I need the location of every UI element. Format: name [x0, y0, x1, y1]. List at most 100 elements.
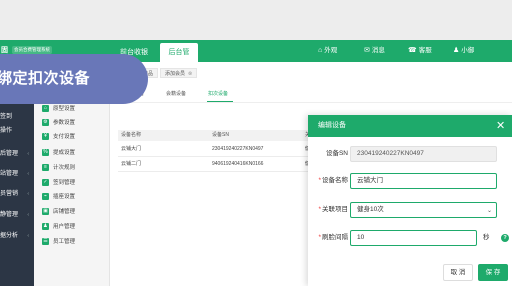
sidebar-item-label: 站管理: [0, 171, 19, 177]
sidebar-item-analytics[interactable]: 据分析 ‹: [0, 229, 34, 243]
sidebar-item-label: 员营销: [0, 191, 19, 197]
sidebar-item-management[interactable]: 静管理 ‹: [0, 208, 34, 222]
device-name-input[interactable]: 云铺大门: [350, 173, 497, 189]
page-tab-add-member[interactable]: 添加会员 ⊗: [160, 68, 198, 78]
row-divider: [118, 156, 318, 157]
chevron-left-icon: ‹: [27, 212, 29, 218]
submenu-label: 店铺管理: [53, 209, 76, 215]
dialog-title: 编辑设备: [308, 115, 512, 137]
top-link-label: 消息: [371, 47, 385, 54]
store-icon: ▣: [42, 208, 49, 216]
submenu-label: 计次规则: [53, 165, 76, 171]
subtab-membership-devices[interactable]: 会籍设备: [166, 90, 186, 97]
commission-icon: %: [42, 149, 49, 157]
label-text: 关联项目: [322, 206, 348, 213]
subtab-deduct-devices[interactable]: 扣次设备: [208, 90, 228, 97]
table-cell: 云铺大门: [121, 146, 142, 152]
field-label-name: *设备名称: [312, 173, 348, 189]
submenu-item[interactable]: ♟ 用户管理: [42, 222, 75, 232]
plug-icon: ⌁: [42, 193, 49, 201]
table-cell: 940619240416KN0166: [212, 161, 264, 167]
label-text: 设备名称: [322, 177, 348, 184]
interval-unit: 秒: [483, 234, 490, 241]
top-link-messages[interactable]: ✉ 消息: [364, 40, 385, 62]
shop-icon: ⌂: [318, 47, 323, 54]
submenu-label: 原型设置: [53, 106, 76, 112]
submenu-label: 用户管理: [53, 224, 76, 230]
tab-back-office[interactable]: 后台管理: [160, 43, 198, 75]
submenu-label: 签到管理: [53, 180, 76, 186]
user-icon: ♟: [453, 47, 460, 54]
tab-divider: [110, 102, 512, 103]
cancel-button[interactable]: 取 消: [443, 264, 473, 281]
message-icon: ✉: [364, 47, 370, 54]
sidebar-item-label: 后管理: [0, 151, 19, 157]
sidebar-item-operation[interactable]: 操作: [0, 124, 34, 138]
help-icon[interactable]: ?: [501, 234, 509, 242]
page-tab-label: 添加会员: [165, 71, 186, 77]
row-divider: [118, 171, 318, 172]
close-icon[interactable]: ✕: [496, 119, 505, 133]
project-select[interactable]: 健身10次: [350, 202, 497, 218]
column-header-name: 设备名称: [121, 132, 142, 138]
staff-icon: ☰: [42, 238, 49, 246]
top-link-user[interactable]: ♟ 小御: [453, 40, 474, 62]
users-icon: ♟: [42, 223, 49, 231]
submenu-item[interactable]: ⚙ 参数设置: [42, 118, 75, 128]
close-icon[interactable]: ⊗: [188, 71, 192, 77]
pay-icon: ¥: [42, 133, 49, 141]
sidebar-item-marketing[interactable]: 员营销 ‹: [0, 187, 34, 201]
app-window: 固 会员合费管理系统 前台收银 后台管理 ⌂外观 ✉消息 ☎客服 ♟小御 签到 …: [0, 0, 512, 286]
submenu-item[interactable]: ✓ 签到管理: [42, 178, 75, 188]
top-link-label: 小御: [461, 47, 475, 54]
checkin-icon: ✓: [42, 179, 49, 187]
top-blank-area: [0, 0, 512, 40]
field-label-interval: *刷脸间隔: [312, 230, 348, 246]
submenu-item[interactable]: % 提成设置: [42, 148, 75, 158]
required-mark: *: [318, 206, 321, 213]
brand-title: 会员合费管理系统: [12, 46, 52, 54]
sidebar-item-station[interactable]: 站管理 ‹: [0, 167, 34, 181]
top-link-service[interactable]: ☎ 客服: [408, 40, 432, 62]
save-button[interactable]: 保 存: [478, 264, 508, 281]
label-text: 刷脸间隔: [322, 234, 348, 241]
submenu-item[interactable]: ▣ 店铺管理: [42, 207, 75, 217]
submenu-label: 员工管理: [53, 239, 76, 245]
top-link-label: 客服: [418, 47, 432, 54]
submenu-label: 支付设置: [53, 134, 76, 140]
service-icon: ☎: [408, 47, 417, 54]
chevron-down-icon: ⌄: [487, 208, 493, 214]
sidebar-item-label: 操作: [0, 128, 13, 134]
submenu-item[interactable]: ☰ 员工管理: [42, 237, 75, 247]
top-link-appearance[interactable]: ⌂ 外观: [318, 40, 337, 62]
sidebar-item-label: 据分析: [0, 233, 19, 239]
sidebar-item-backend[interactable]: 后管理 ‹: [0, 147, 34, 161]
table-cell: 云铺二门: [121, 161, 142, 167]
chevron-left-icon: ‹: [27, 191, 29, 197]
device-sn-field: 230419240227KN0497: [350, 146, 497, 162]
face-interval-input[interactable]: 10: [350, 230, 477, 246]
sidebar-item-checkin[interactable]: 签到: [0, 110, 34, 124]
shop-icon: ⌂: [42, 105, 49, 113]
chevron-left-icon: ‹: [27, 151, 29, 157]
field-label-sn: 设备SN: [312, 146, 348, 162]
sidebar-item-label: 签到: [0, 114, 13, 120]
submenu-label: 插座设置: [53, 194, 76, 200]
required-mark: *: [318, 234, 321, 241]
required-mark: *: [318, 177, 321, 184]
rule-icon: ≡: [42, 164, 49, 172]
sidebar-item-label: 静管理: [0, 212, 19, 218]
column-header-sn: 设备SN: [212, 132, 229, 138]
top-link-label: 外观: [324, 47, 338, 54]
submenu-item[interactable]: ¥ 支付设置: [42, 132, 75, 142]
edit-device-dialog: [308, 115, 512, 286]
label-text: 设备SN: [325, 150, 348, 157]
chevron-left-icon: ‹: [27, 233, 29, 239]
submenu-label: 提成设置: [53, 150, 76, 156]
submenu-item[interactable]: ⌁ 插座设置: [42, 192, 75, 202]
submenu-item[interactable]: ≡ 计次规则: [42, 163, 75, 173]
submenu-item[interactable]: ⌂ 原型设置: [42, 104, 75, 114]
submenu-label: 参数设置: [53, 120, 76, 126]
table-cell: 230419240227KN0497: [212, 146, 264, 152]
chevron-left-icon: ‹: [27, 171, 29, 177]
